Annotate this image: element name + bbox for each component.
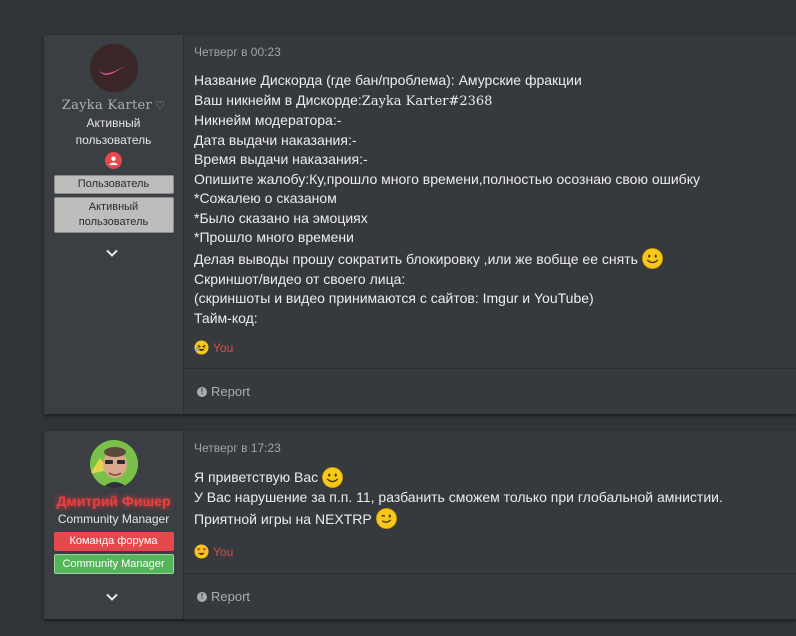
user-title: Активный пользователь — [75, 116, 152, 147]
laughing-emoji-icon — [194, 340, 209, 355]
user-photo-icon — [89, 440, 138, 488]
message-main: Четверг в 00:23 Название Дискорда (где б… — [184, 35, 796, 414]
heart-icon: ♡ — [155, 99, 166, 112]
message-line: Я приветствую Вас — [194, 466, 786, 488]
wink-emoji-icon — [375, 508, 397, 529]
user-banner: Пользователь — [53, 175, 174, 194]
nike-logo-icon — [89, 44, 138, 92]
post-date[interactable]: Четверг в 17:23 — [194, 441, 786, 455]
avatar[interactable] — [89, 44, 138, 92]
reaction-user[interactable]: You — [213, 341, 233, 355]
user-icon — [105, 152, 122, 169]
message-content: Четверг в 00:23 Название Дискорда (где б… — [184, 35, 796, 368]
chevron-down-icon[interactable] — [105, 246, 119, 260]
message-line: Тайм-код: — [194, 309, 258, 326]
report-icon: ! — [197, 591, 207, 602]
reaction-summary[interactable]: You — [194, 544, 233, 559]
user-banner: Команда форума — [53, 532, 174, 551]
smile-emoji-icon — [322, 466, 344, 488]
username[interactable]: Zayka Karter — [62, 98, 152, 113]
message-line: Делая выводы прошу сократить блокировку … — [194, 248, 786, 270]
message-body: Название Дискорда (где бан/проблема): Ам… — [194, 71, 786, 328]
message-line: Приятной игры на NEXTRP — [194, 508, 786, 530]
message-content: Четверг в 17:23 Я приветствую Вас У Вас … — [184, 431, 796, 573]
message-line-text: Делая выводы прошу сократить блокировку … — [194, 250, 638, 267]
username[interactable]: Дмитрий Фишер — [56, 493, 170, 509]
message-line: (скриншоты и видео принимаются с сайтов:… — [194, 290, 594, 306]
message-line: Никнейм модератора:- — [194, 112, 342, 128]
report-icon: ! — [197, 386, 207, 397]
heart-eyes-emoji-icon — [194, 544, 209, 559]
message-line: Опишите жалобу:Ку,прошло много времени,п… — [194, 170, 700, 187]
message-post: Дмитрий Фишер Community Manager Команда … — [44, 431, 796, 619]
user-title: Community Manager — [57, 512, 170, 526]
avatar[interactable] — [89, 440, 138, 488]
user-banner: Активный пользователь — [53, 197, 174, 233]
message-user-panel: Дмитрий Фишер Community Manager Команда … — [44, 431, 184, 619]
chevron-down-icon[interactable] — [105, 590, 119, 604]
message-main: Четверг в 17:23 Я приветствую Вас У Вас … — [184, 431, 796, 619]
message-line: Название Дискорда (где бан/проблема): Ам… — [194, 72, 582, 88]
message-line: Время выдачи наказания:- — [194, 151, 368, 167]
message-line: Ваш никнейм в Дискорде:Zayka Karter#2368 — [194, 91, 786, 112]
message-line-text: Приятной игры на NEXTRP — [194, 510, 372, 527]
discord-nickname: Zayka Karter#2368 — [361, 93, 493, 109]
message-line: У Вас нарушение за п.п. 11, разбанить см… — [194, 489, 723, 505]
reaction-user[interactable]: You — [213, 545, 233, 559]
post-date[interactable]: Четверг в 00:23 — [194, 45, 786, 59]
smile-emoji-icon — [642, 248, 663, 269]
message-line: *Сожалею о сказаном — [194, 190, 337, 206]
message-line: Скриншот/видео от своего лица: — [194, 270, 406, 287]
message-line-text: Я приветствую Вас — [194, 469, 319, 485]
message-line: *Было сказано на эмоциях — [194, 209, 368, 226]
message-body: Я приветствую Вас У Вас нарушение за п.п… — [194, 466, 786, 530]
message-post: Zayka Karter ♡ Активный пользователь Пол… — [44, 35, 796, 414]
report-link[interactable]: Report — [211, 384, 250, 399]
user-banner: Community Manager — [53, 554, 174, 574]
report-link[interactable]: Report — [211, 589, 250, 604]
message-footer: ! Report — [184, 368, 796, 414]
message-user-panel: Zayka Karter ♡ Активный пользователь Пол… — [44, 35, 184, 414]
message-line: Дата выдачи наказания:- — [194, 131, 357, 148]
message-line: *Прошло много времени — [194, 229, 354, 245]
reaction-summary[interactable]: You — [194, 340, 233, 355]
message-footer: ! Report — [184, 573, 796, 619]
message-line-text: Ваш никнейм в Дискорде: — [194, 91, 362, 108]
